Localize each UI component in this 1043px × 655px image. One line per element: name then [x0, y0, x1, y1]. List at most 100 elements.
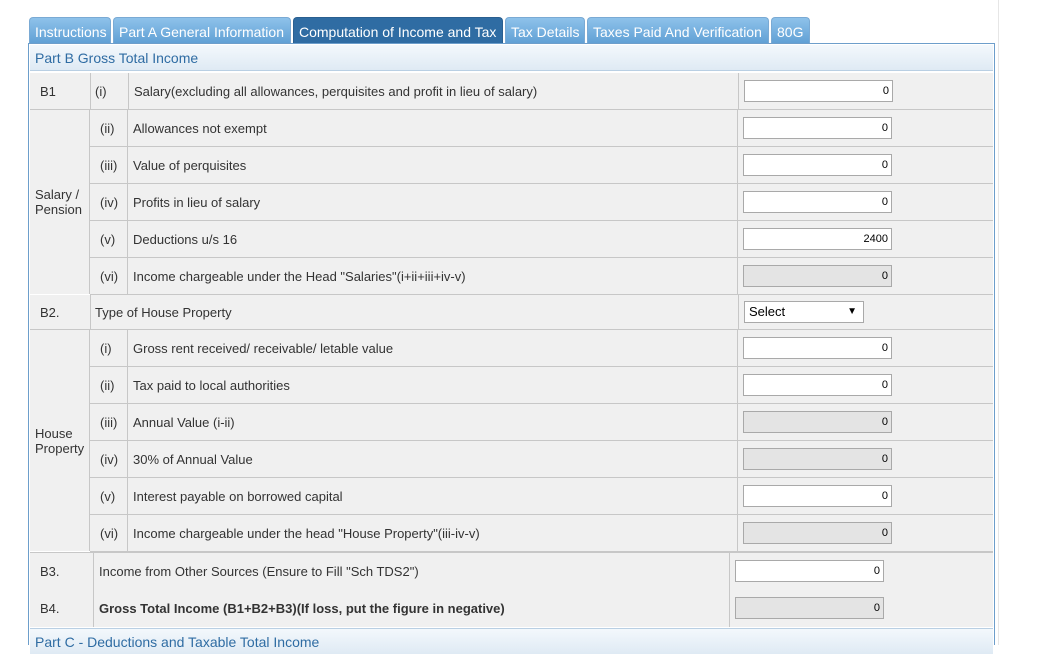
- roman-numeral: (v): [100, 231, 116, 247]
- house-property-type-label: Type of House Property: [95, 304, 232, 320]
- thirty-percent-output: [743, 448, 892, 470]
- column-divider: [737, 404, 738, 440]
- page-right-border: [998, 0, 999, 645]
- column-divider: [737, 515, 738, 551]
- gross-total-income-label: Gross Total Income (B1+B2+B3)(If loss, p…: [99, 600, 505, 616]
- column-divider: [127, 330, 128, 366]
- table-row: (vi) Income chargeable under the Head "S…: [90, 258, 993, 295]
- income-salaries-label: Income chargeable under the Head "Salari…: [133, 268, 466, 284]
- dropdown-arrow-icon: ▼: [847, 306, 857, 317]
- roman-numeral: (v): [100, 488, 116, 504]
- row-code-b1: B1: [40, 83, 56, 99]
- group-label-salary-pension: Salary / Pension: [30, 110, 90, 294]
- gross-rent-label: Gross rent received/ receivable/ letable…: [133, 340, 394, 356]
- column-divider: [90, 73, 91, 109]
- perquisites-input[interactable]: [743, 154, 892, 176]
- section-title-part-c: Part C - Deductions and Taxable Total In…: [30, 628, 993, 654]
- table-row: B2. Type of House Property Select ▼: [30, 295, 993, 330]
- column-divider: [737, 184, 738, 220]
- group-label-line: Pension: [35, 202, 82, 217]
- table-row: (ii) Tax paid to local authorities: [90, 367, 993, 404]
- group-label-line: Property: [35, 440, 85, 456]
- column-divider: [127, 147, 128, 183]
- column-divider: [127, 515, 128, 551]
- column-divider: [729, 589, 730, 627]
- other-sources-input[interactable]: [735, 560, 884, 582]
- thirty-percent-label: 30% of Annual Value: [133, 451, 253, 467]
- salary-input[interactable]: [744, 80, 893, 102]
- column-divider: [127, 110, 128, 146]
- allowances-label: Allowances not exempt: [133, 120, 267, 136]
- row-code-b3: B3.: [40, 563, 60, 579]
- roman-numeral: (vi): [100, 525, 119, 541]
- annual-value-output: [743, 411, 892, 433]
- roman-numeral: (vi): [100, 268, 119, 284]
- income-salaries-output: [743, 265, 892, 287]
- perquisites-label: Value of perquisites: [133, 157, 247, 173]
- annual-value-label: Annual Value (i-ii): [133, 414, 235, 430]
- salary-label: Salary(excluding all allowances, perquis…: [134, 83, 538, 99]
- column-divider: [737, 441, 738, 477]
- column-divider: [737, 147, 738, 183]
- select-value: Select: [749, 304, 786, 319]
- table-row: (iii) Annual Value (i-ii): [90, 404, 993, 441]
- roman-numeral: (i): [95, 83, 107, 99]
- profits-in-lieu-label: Profits in lieu of salary: [133, 194, 261, 210]
- profits-in-lieu-input[interactable]: [743, 191, 892, 213]
- table-row: B3. Income from Other Sources (Ensure to…: [30, 552, 993, 590]
- column-divider: [738, 295, 739, 329]
- column-divider: [737, 110, 738, 146]
- house-property-type-select[interactable]: Select ▼: [744, 301, 864, 323]
- income-house-property-label: Income chargeable under the head "House …: [133, 525, 480, 541]
- other-sources-label: Income from Other Sources (Ensure to Fil…: [99, 563, 419, 579]
- tab-part-a-general-information[interactable]: Part A General Information: [113, 17, 291, 44]
- column-divider: [90, 295, 91, 329]
- allowances-input[interactable]: [743, 117, 892, 139]
- tab-tax-details[interactable]: Tax Details: [505, 17, 585, 44]
- table-row: (v) Interest payable on borrowed capital: [90, 478, 993, 515]
- roman-numeral: (iii): [100, 414, 118, 430]
- column-divider: [127, 221, 128, 257]
- column-divider: [737, 330, 738, 366]
- roman-numeral: (iv): [100, 451, 119, 467]
- row-code-b2: B2.: [40, 304, 60, 320]
- table-row: B4. Gross Total Income (B1+B2+B3)(If los…: [30, 589, 993, 627]
- deductions-16-input[interactable]: [743, 228, 892, 250]
- roman-numeral: (iv): [100, 194, 119, 210]
- deductions-16-label: Deductions u/s 16: [133, 231, 238, 247]
- column-divider: [93, 589, 94, 627]
- interest-borrowed-input[interactable]: [743, 485, 892, 507]
- row-code-b4: B4.: [40, 600, 60, 616]
- roman-numeral: (i): [100, 340, 112, 356]
- tax-local-authorities-input[interactable]: [743, 374, 892, 396]
- table-row: (ii) Allowances not exempt: [90, 110, 993, 147]
- column-divider: [737, 478, 738, 514]
- table-row: (iii) Value of perquisites: [90, 147, 993, 184]
- column-divider: [738, 73, 739, 109]
- column-divider: [737, 258, 738, 294]
- column-divider: [127, 441, 128, 477]
- column-divider: [127, 404, 128, 440]
- column-divider: [737, 221, 738, 257]
- tab-80g[interactable]: 80G: [771, 17, 810, 44]
- table-row: (iv) Profits in lieu of salary: [90, 184, 993, 221]
- gross-rent-input[interactable]: [743, 337, 892, 359]
- table-row: (v) Deductions u/s 16: [90, 221, 993, 258]
- gross-total-income-output: [735, 597, 884, 619]
- group-label-line: House: [35, 425, 73, 441]
- column-divider: [128, 73, 129, 109]
- tab-instructions[interactable]: Instructions: [29, 17, 111, 44]
- roman-numeral: (ii): [100, 377, 115, 393]
- column-divider: [737, 367, 738, 403]
- table-row: (iv) 30% of Annual Value: [90, 441, 993, 478]
- tab-computation-of-income-and-tax[interactable]: Computation of Income and Tax: [293, 17, 503, 44]
- interest-borrowed-label: Interest payable on borrowed capital: [133, 488, 343, 504]
- section-title-part-b: Part B Gross Total Income: [30, 45, 993, 71]
- column-divider: [729, 553, 730, 589]
- tab-taxes-paid-and-verification[interactable]: Taxes Paid And Verification: [587, 17, 769, 44]
- column-divider: [93, 553, 94, 589]
- group-label-line: Salary /: [35, 187, 80, 202]
- roman-numeral: (iii): [100, 157, 118, 173]
- table-row: (vi) Income chargeable under the head "H…: [90, 515, 993, 552]
- column-divider: [127, 258, 128, 294]
